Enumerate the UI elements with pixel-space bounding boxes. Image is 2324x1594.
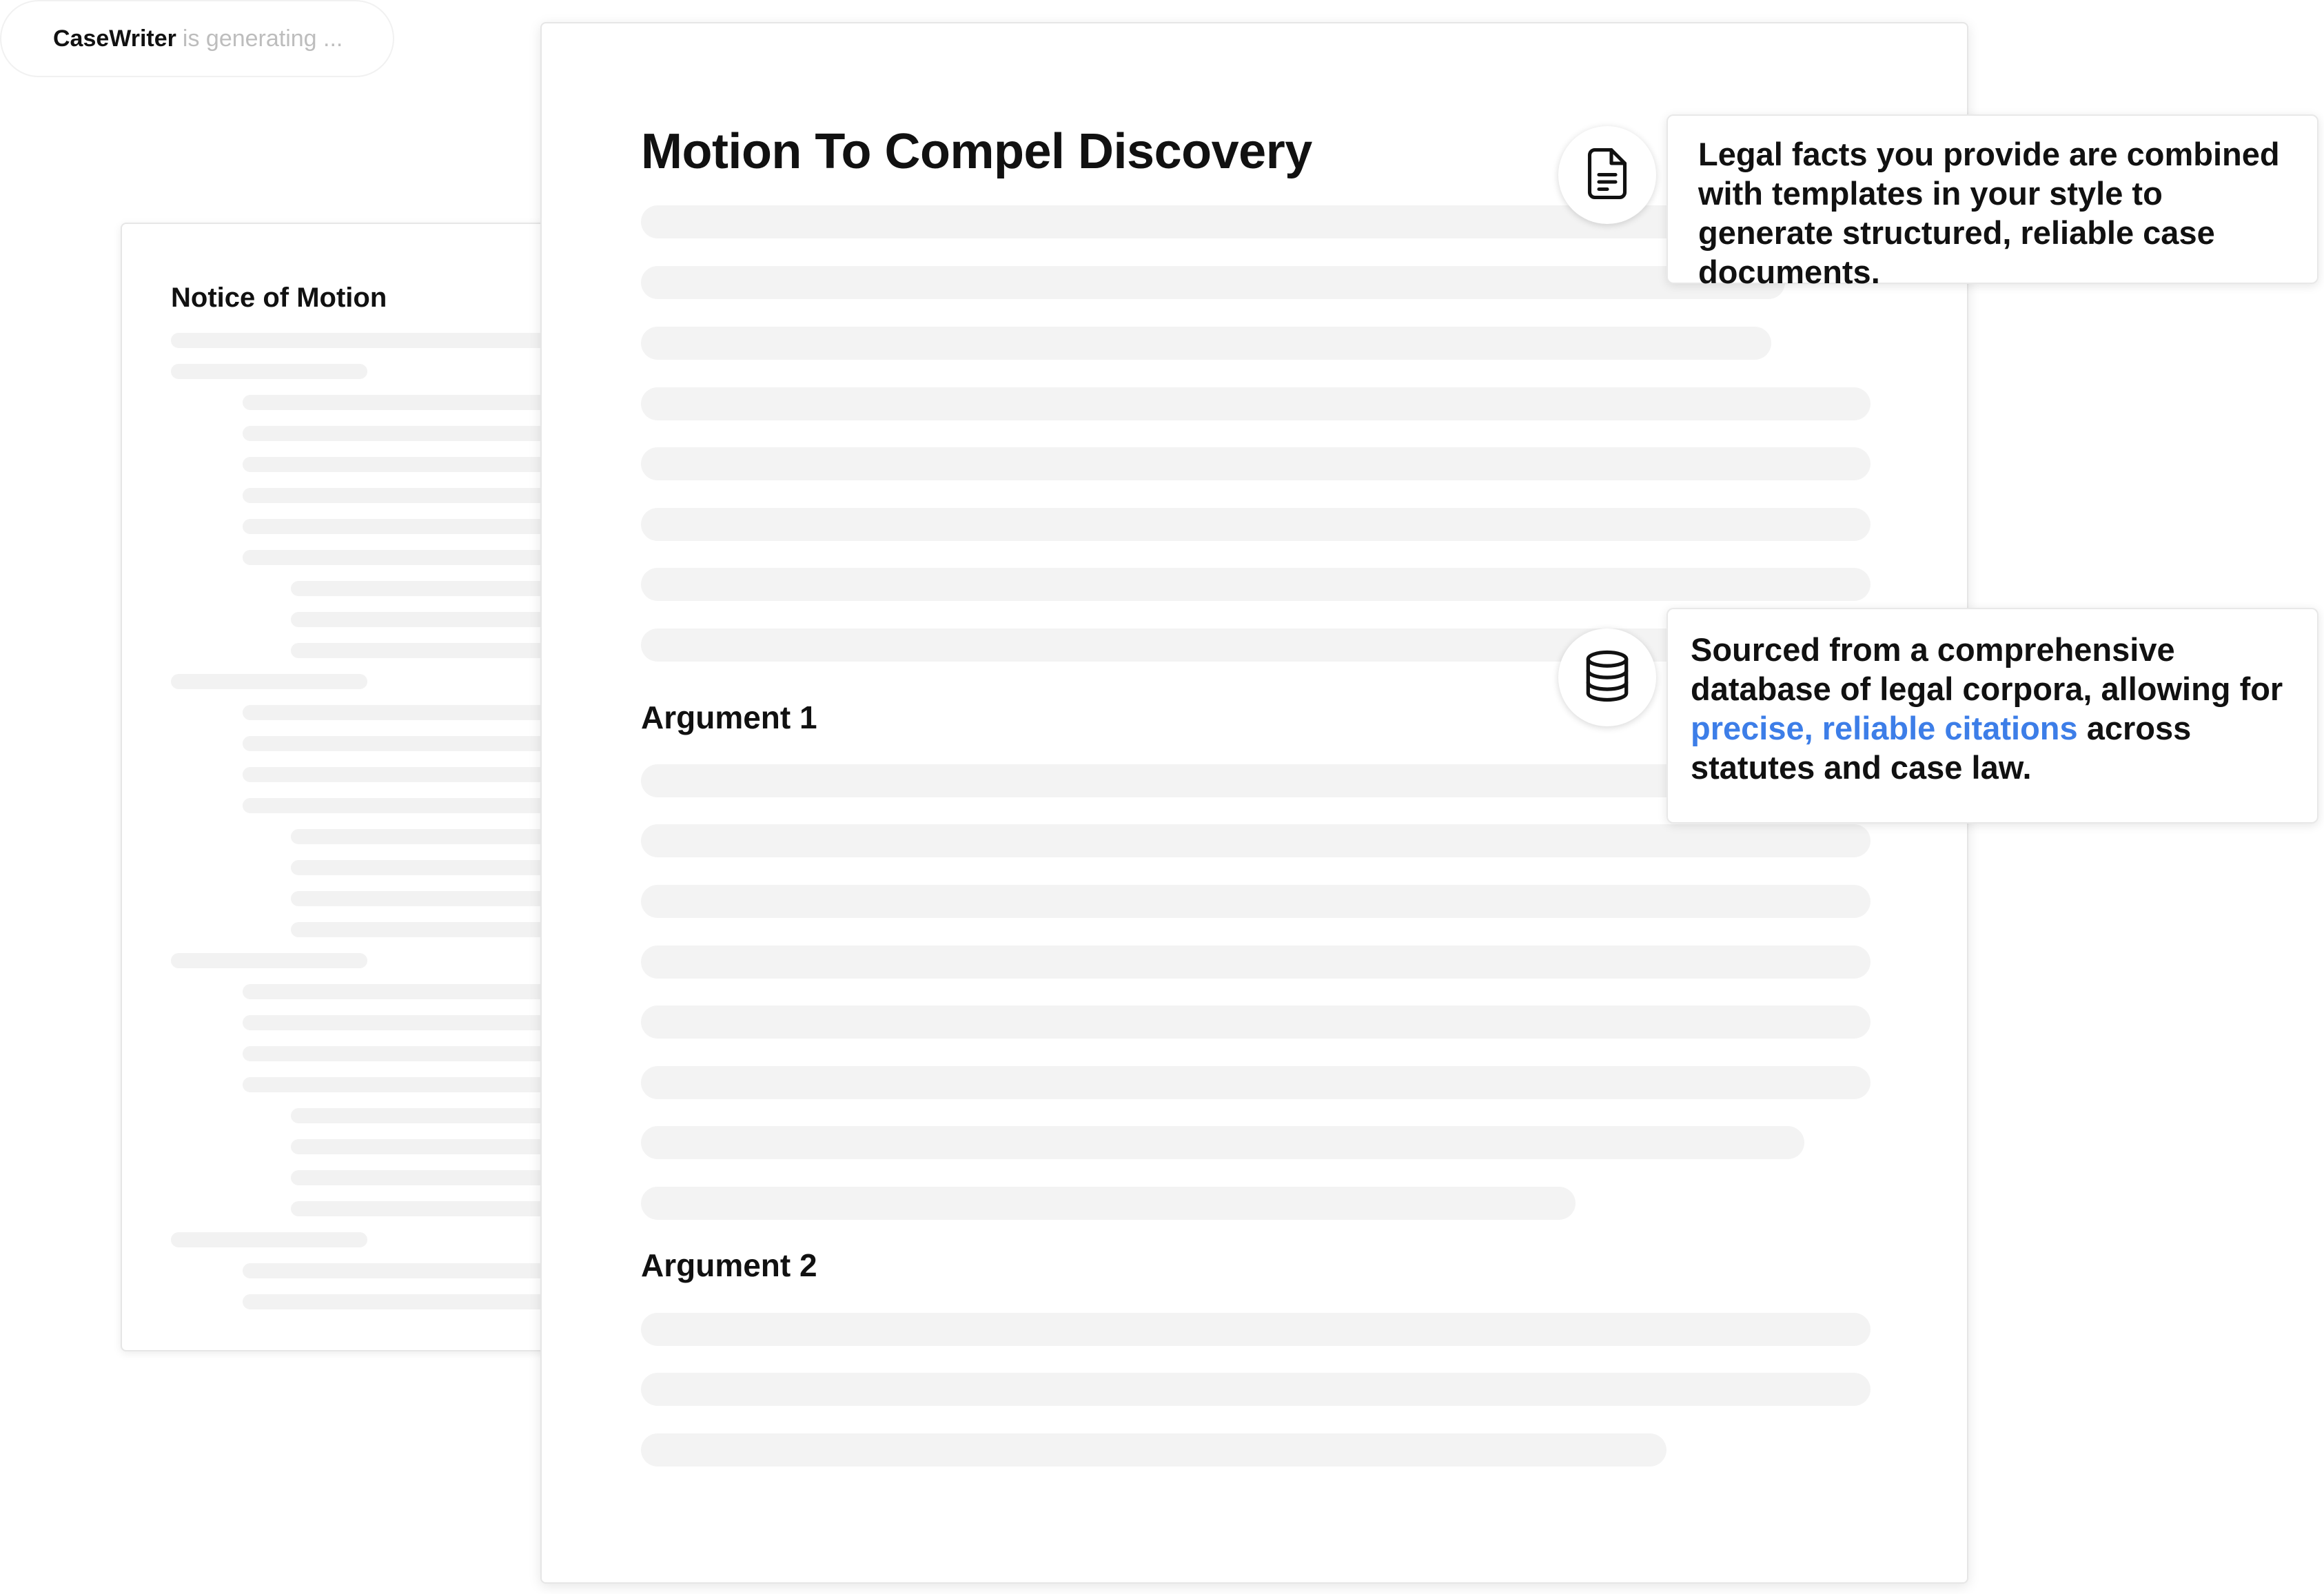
skeleton-line bbox=[291, 891, 560, 906]
templates-info-callout: Legal facts you provide are combined wit… bbox=[1666, 114, 2318, 290]
skeleton-line bbox=[243, 798, 560, 813]
document-icon-badge bbox=[1558, 126, 1656, 224]
callout-text: Legal facts you provide are combined wit… bbox=[1698, 136, 2280, 290]
skeleton-line bbox=[291, 1139, 560, 1154]
skeleton-line bbox=[641, 1126, 1804, 1159]
document-title: Notice of Motion bbox=[171, 283, 387, 313]
document-title: Motion To Compel Discovery bbox=[641, 124, 1312, 179]
document-icon bbox=[1582, 146, 1632, 205]
skeleton-line bbox=[243, 395, 560, 410]
database-info-callout: Sourced from a comprehensive database of… bbox=[1666, 608, 2318, 824]
skeleton-line bbox=[641, 447, 1871, 480]
skeleton-line bbox=[243, 984, 560, 999]
skeleton-line bbox=[291, 612, 560, 627]
skeleton-line bbox=[641, 1066, 1871, 1099]
skeleton-line bbox=[243, 426, 560, 441]
skeleton-line bbox=[243, 488, 560, 503]
skeleton-line bbox=[171, 333, 560, 348]
skeleton-line bbox=[243, 457, 560, 472]
skeleton-line bbox=[291, 860, 560, 875]
generation-status-text: is generating ... bbox=[182, 25, 343, 52]
skeleton-line bbox=[243, 1294, 560, 1309]
skeleton-line bbox=[641, 387, 1871, 420]
skeleton-line bbox=[171, 674, 367, 689]
skeleton-line bbox=[641, 1373, 1871, 1406]
app-name: CaseWriter bbox=[53, 25, 176, 52]
skeleton-line bbox=[641, 824, 1871, 857]
skeleton-line bbox=[641, 508, 1871, 541]
notice-of-motion-document[interactable]: Notice of Motion bbox=[121, 223, 562, 1351]
skeleton-line bbox=[641, 1433, 1666, 1467]
skeleton-line bbox=[291, 922, 560, 937]
database-icon-badge bbox=[1558, 629, 1656, 726]
skeleton-line bbox=[171, 364, 367, 379]
skeleton-line bbox=[171, 1232, 367, 1247]
skeleton-line bbox=[641, 885, 1871, 918]
skeleton-line bbox=[243, 1015, 560, 1030]
section-heading-argument-2: Argument 2 bbox=[641, 1247, 817, 1283]
section-heading-argument-1: Argument 1 bbox=[641, 699, 817, 735]
skeleton-line bbox=[291, 1170, 560, 1185]
skeleton-line bbox=[291, 581, 560, 596]
skeleton-line bbox=[243, 767, 560, 782]
generation-status-pill: CaseWriter is generating ... bbox=[0, 0, 394, 77]
skeleton-line bbox=[243, 736, 560, 751]
skeleton-line bbox=[171, 953, 367, 968]
skeleton-line bbox=[641, 327, 1771, 360]
skeleton-line bbox=[243, 1046, 560, 1061]
skeleton-line bbox=[641, 266, 1785, 299]
skeleton-line bbox=[641, 946, 1871, 979]
skeleton-line bbox=[243, 1263, 560, 1278]
skeleton-line bbox=[641, 568, 1871, 601]
skeleton-line bbox=[641, 1187, 1576, 1220]
skeleton-line bbox=[641, 1313, 1871, 1346]
skeleton-line bbox=[291, 1108, 560, 1123]
skeleton-line bbox=[291, 1201, 560, 1216]
database-icon bbox=[1581, 648, 1633, 707]
skeleton-line bbox=[243, 1077, 560, 1092]
skeleton-line bbox=[243, 519, 560, 534]
skeleton-line bbox=[291, 829, 560, 844]
callout-text: Sourced from a comprehensive database of… bbox=[1691, 631, 2283, 707]
highlighted-text: precise, reliable citations bbox=[1691, 710, 2078, 746]
skeleton-line bbox=[243, 550, 560, 565]
skeleton-line bbox=[291, 643, 560, 658]
skeleton-line bbox=[243, 705, 560, 720]
skeleton-line bbox=[641, 1005, 1871, 1039]
